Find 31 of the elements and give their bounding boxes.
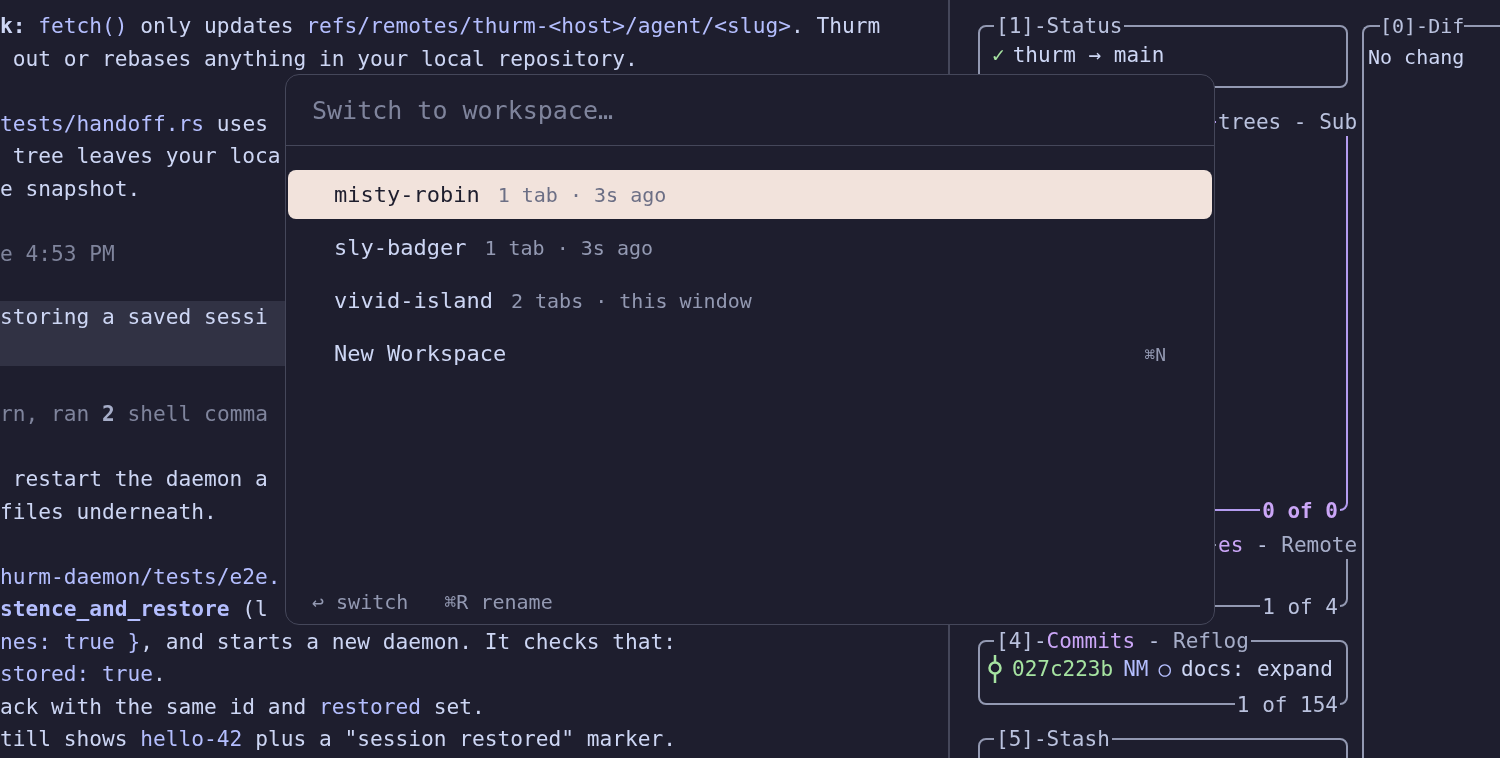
terminal-line: hurm-daemon/tests/e2e.: [0, 562, 281, 591]
workspace-item[interactable]: misty-robin 1 tab · 3s ago: [288, 170, 1212, 219]
branch-status: thurm → main: [1012, 42, 1165, 69]
terminal-line: tests/handoff.rs uses: [0, 109, 268, 138]
terminal-line: e snapshot.: [0, 174, 141, 203]
terminal-line: restart the daemon a: [11, 465, 268, 493]
terminal-line: ack with the same id and restored set.: [0, 692, 485, 721]
terminal-line: tree leaves your loca: [11, 142, 281, 170]
terminal-line: stence_and_restore (l: [0, 595, 268, 623]
commit-node-icon: [988, 654, 1002, 684]
keyboard-hint: ↩ switch: [312, 590, 409, 614]
terminal-line: k: fetch() only updates refs/remotes/thurm-<host>/agent/<slug>. Thurm: [0, 12, 881, 40]
terminal-line: out or rebases anything in your local repository.: [11, 44, 638, 73]
terminal-line: rn, ran 2 shell comma: [0, 400, 268, 428]
workspace-item[interactable]: sly-badger 1 tab · 3s ago: [288, 223, 1212, 272]
commit-author: NM: [1123, 656, 1149, 683]
terminal-line: e 4:53 PM: [0, 239, 115, 268]
terminal-line: stored: true.: [0, 660, 166, 688]
terminal-line: storing a saved sessi: [0, 302, 268, 331]
diff-status: No chang: [1368, 45, 1465, 69]
new-workspace-item[interactable]: New Workspace ⌘N: [288, 329, 1212, 378]
terminal-line: files underneath.: [0, 497, 217, 526]
search-field[interactable]: Switch to workspace…: [286, 75, 1214, 146]
terminal-line: nes: true }, and starts a new daemon. It checks that:: [0, 627, 677, 656]
workspace-item[interactable]: vivid-island 2 tabs · this window: [288, 276, 1212, 325]
commit-marker: ○: [1158, 656, 1172, 683]
terminal-line: till shows hello-42 plus a "session restored" marker.: [0, 725, 677, 753]
keyboard-hint: ⌘R rename: [444, 590, 553, 614]
commit-message: docs: expand: [1181, 656, 1333, 683]
commit-hash: 027c223b: [1012, 656, 1114, 683]
status-check: ✓: [992, 42, 1005, 69]
